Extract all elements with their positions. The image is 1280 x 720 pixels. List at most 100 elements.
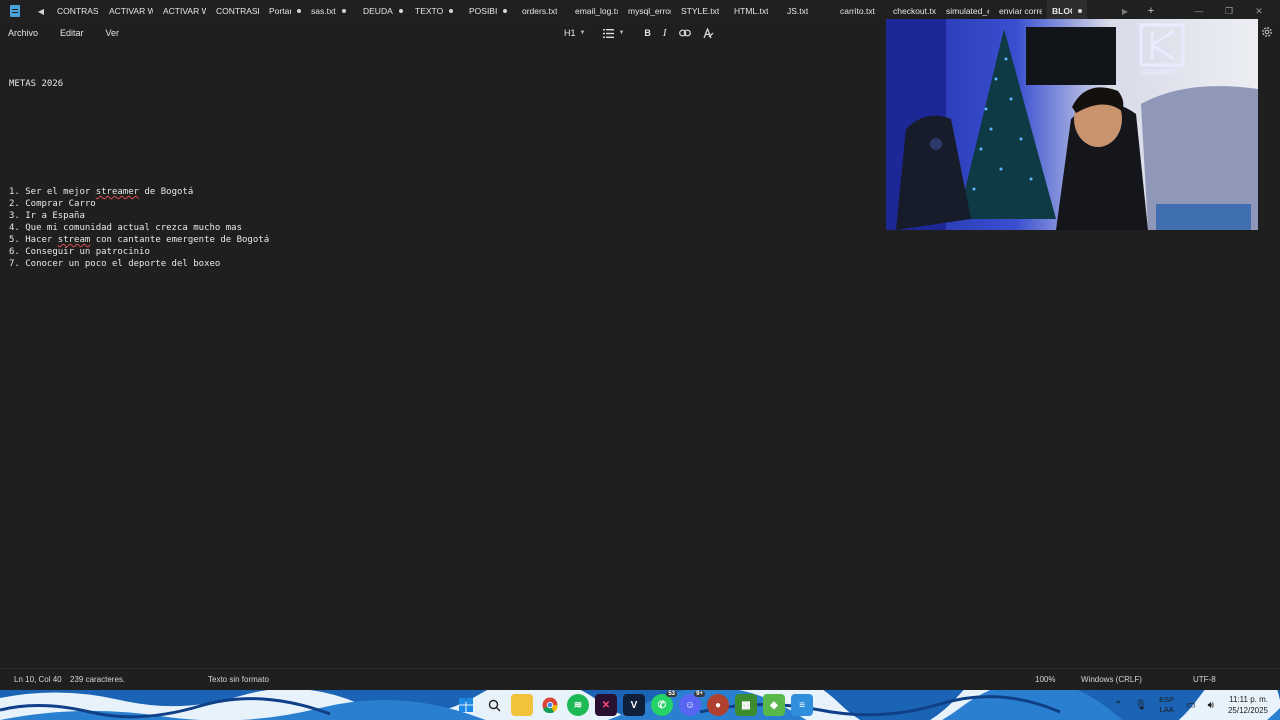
list-item-text: 5. Hacer: [9, 235, 58, 245]
tab-5[interactable]: sas.txt: [306, 0, 358, 22]
list-item: 3. Ir a España: [9, 210, 269, 222]
formatting-toolbar: H1 ▼ ▼ B I: [560, 22, 718, 44]
list-icon: [603, 28, 615, 38]
bold-button[interactable]: B: [640, 24, 655, 42]
misspelled-word[interactable]: stream: [58, 235, 91, 245]
tab-11[interactable]: mysql_error.: [623, 0, 676, 22]
obs-icon[interactable]: ●: [707, 694, 729, 716]
link-icon: [678, 29, 691, 37]
cursor-position[interactable]: Ln 10, Col 40: [14, 675, 62, 684]
tab-label: CONTRASEÑ: [216, 6, 259, 16]
network-icon[interactable]: ▭: [1180, 700, 1201, 711]
tab-label: HTML.txt: [734, 6, 769, 16]
start-icon[interactable]: [455, 694, 477, 716]
microphone-icon[interactable]: 🎙︎: [1128, 700, 1153, 711]
tab-9[interactable]: orders.txt: [517, 0, 570, 22]
whatsapp-badge: 53: [666, 691, 677, 697]
zoom-level[interactable]: 100%: [1035, 675, 1055, 684]
tab-15[interactable]: carrito.txt: [835, 0, 888, 22]
list-item-text: 3. Ir a España: [9, 211, 85, 221]
clear-format-icon: [703, 27, 714, 38]
editor-area[interactable]: METAS 2026 1. Ser el mejor streamer de B…: [0, 19, 1280, 668]
list-item-text: 2. Comprar Carro: [9, 199, 96, 209]
tab-label: TEXTO: [415, 6, 444, 16]
list-item: 1. Ser el mejor streamer de Bogotá: [9, 186, 269, 198]
list-item-text: 7. Conocer un poco el deporte del boxeo: [9, 259, 221, 269]
tab-label: simulated_e: [946, 6, 989, 16]
tab-14[interactable]: JS.txt: [782, 0, 835, 22]
unsaved-dot-icon: [1078, 9, 1082, 13]
file-explorer-icon[interactable]: [511, 694, 533, 716]
menu-ver[interactable]: Ver: [92, 28, 128, 38]
tab-label: sas.txt: [311, 6, 336, 16]
keyboard-layout: LAA: [1159, 705, 1174, 714]
taskbar: ≋ ✕ V ✆ 53 ☺ 9+ ● ▦ ◆ ≡ ⌃ 🎙︎ ESP LAA ▭ 🔊︎ …: [0, 690, 1280, 720]
menu-archivo[interactable]: Archivo: [0, 28, 46, 38]
tab-label: POSIBI: [469, 6, 498, 16]
tab-8[interactable]: POSIBI: [464, 0, 517, 22]
tab-label: checkout.txt: [893, 6, 936, 16]
tab-7[interactable]: TEXTO: [410, 0, 464, 22]
tab-label: BLOG.I: [1052, 6, 1072, 16]
list-item: 6. Conseguir un patrocinio: [9, 246, 269, 258]
language-code: ESP: [1159, 695, 1175, 704]
tab-12[interactable]: STYLE.txt: [676, 0, 729, 22]
vegas-icon[interactable]: V: [623, 694, 645, 716]
italic-button[interactable]: I: [659, 24, 671, 42]
notepad-taskbar-icon[interactable]: ≡: [791, 694, 813, 716]
chevron-up-icon[interactable]: ⌃: [1108, 700, 1128, 711]
clock[interactable]: 11:11 p. m. 25/12/2025: [1220, 694, 1280, 716]
whatsapp-icon[interactable]: ✆ 53: [651, 691, 677, 716]
menu-editar[interactable]: Editar: [46, 28, 92, 38]
line-ending[interactable]: Windows (CRLF): [1081, 675, 1142, 684]
scroll-tabs-left-icon[interactable]: ◀: [30, 0, 52, 22]
search-icon[interactable]: [483, 694, 505, 716]
list-item-text: 1. Ser el mejor: [9, 187, 96, 197]
tab-1[interactable]: ACTIVAR WI: [104, 0, 158, 22]
discord-icon[interactable]: ☺ 9+: [679, 691, 705, 716]
editor-app-icon[interactable]: ✕: [595, 694, 617, 716]
tab-label: email_log.txl: [575, 6, 618, 16]
tab-3[interactable]: CONTRASEÑ: [211, 0, 264, 22]
tab-4[interactable]: Portarl: [264, 0, 306, 22]
tab-label: CONTRASEÑ: [57, 6, 99, 16]
minecraft-icon[interactable]: ▦: [735, 694, 757, 716]
tab-13[interactable]: HTML.txt: [729, 0, 782, 22]
text-format[interactable]: Texto sin formato: [208, 675, 269, 684]
unsaved-dot-icon: [503, 9, 508, 13]
list-dropdown[interactable]: ▼: [599, 24, 628, 42]
chrome-icon[interactable]: [539, 694, 561, 716]
unsaved-dot-icon: [341, 9, 346, 13]
link-button[interactable]: [675, 24, 695, 42]
taskbar-apps: ≋ ✕ V ✆ 53 ☺ 9+ ● ▦ ◆ ≡: [455, 691, 813, 716]
list-item: 7. Conocer un poco el deporte del boxeo: [9, 258, 269, 270]
volume-icon[interactable]: 🔊︎: [1202, 700, 1220, 711]
misspelled-word[interactable]: streamer: [96, 187, 139, 197]
heading-dropdown[interactable]: H1 ▼: [560, 24, 589, 42]
encoding[interactable]: UTF-8: [1193, 675, 1216, 684]
clear-formatting-button[interactable]: [699, 24, 718, 42]
language-indicator[interactable]: ESP LAA: [1153, 695, 1180, 715]
tab-label: mysql_error.: [628, 6, 671, 16]
list-item: 5. Hacer stream con cantante emergente d…: [9, 234, 269, 246]
char-count: 239 caracteres.: [70, 675, 126, 684]
gear-icon[interactable]: [1260, 25, 1274, 39]
tab-10[interactable]: email_log.txl: [570, 0, 623, 22]
discord-badge: 9+: [694, 691, 705, 697]
tab-label: enviar corre: [999, 6, 1042, 16]
tab-label: orders.txt: [522, 6, 558, 16]
spotify-icon[interactable]: ≋: [567, 694, 589, 716]
tab-2[interactable]: ACTIVAR WI: [158, 0, 211, 22]
unsaved-dot-icon: [449, 9, 454, 13]
tab-0[interactable]: CONTRASEÑ: [52, 0, 104, 22]
tab-6[interactable]: DEUDA: [358, 0, 410, 22]
webcam-overlay: GRAINKO: [886, 19, 1258, 230]
game-launcher-icon[interactable]: ◆: [763, 694, 785, 716]
clock-date: 25/12/2025: [1227, 706, 1268, 715]
document-text[interactable]: METAS 2026 1. Ser el mejor streamer de B…: [9, 54, 269, 294]
system-tray: ⌃ 🎙︎ ESP LAA ▭ 🔊︎ 11:11 p. m. 25/12/2025: [1108, 690, 1280, 720]
notepad-app-icon: [0, 0, 30, 22]
tab-label: ACTIVAR WI: [109, 6, 153, 16]
